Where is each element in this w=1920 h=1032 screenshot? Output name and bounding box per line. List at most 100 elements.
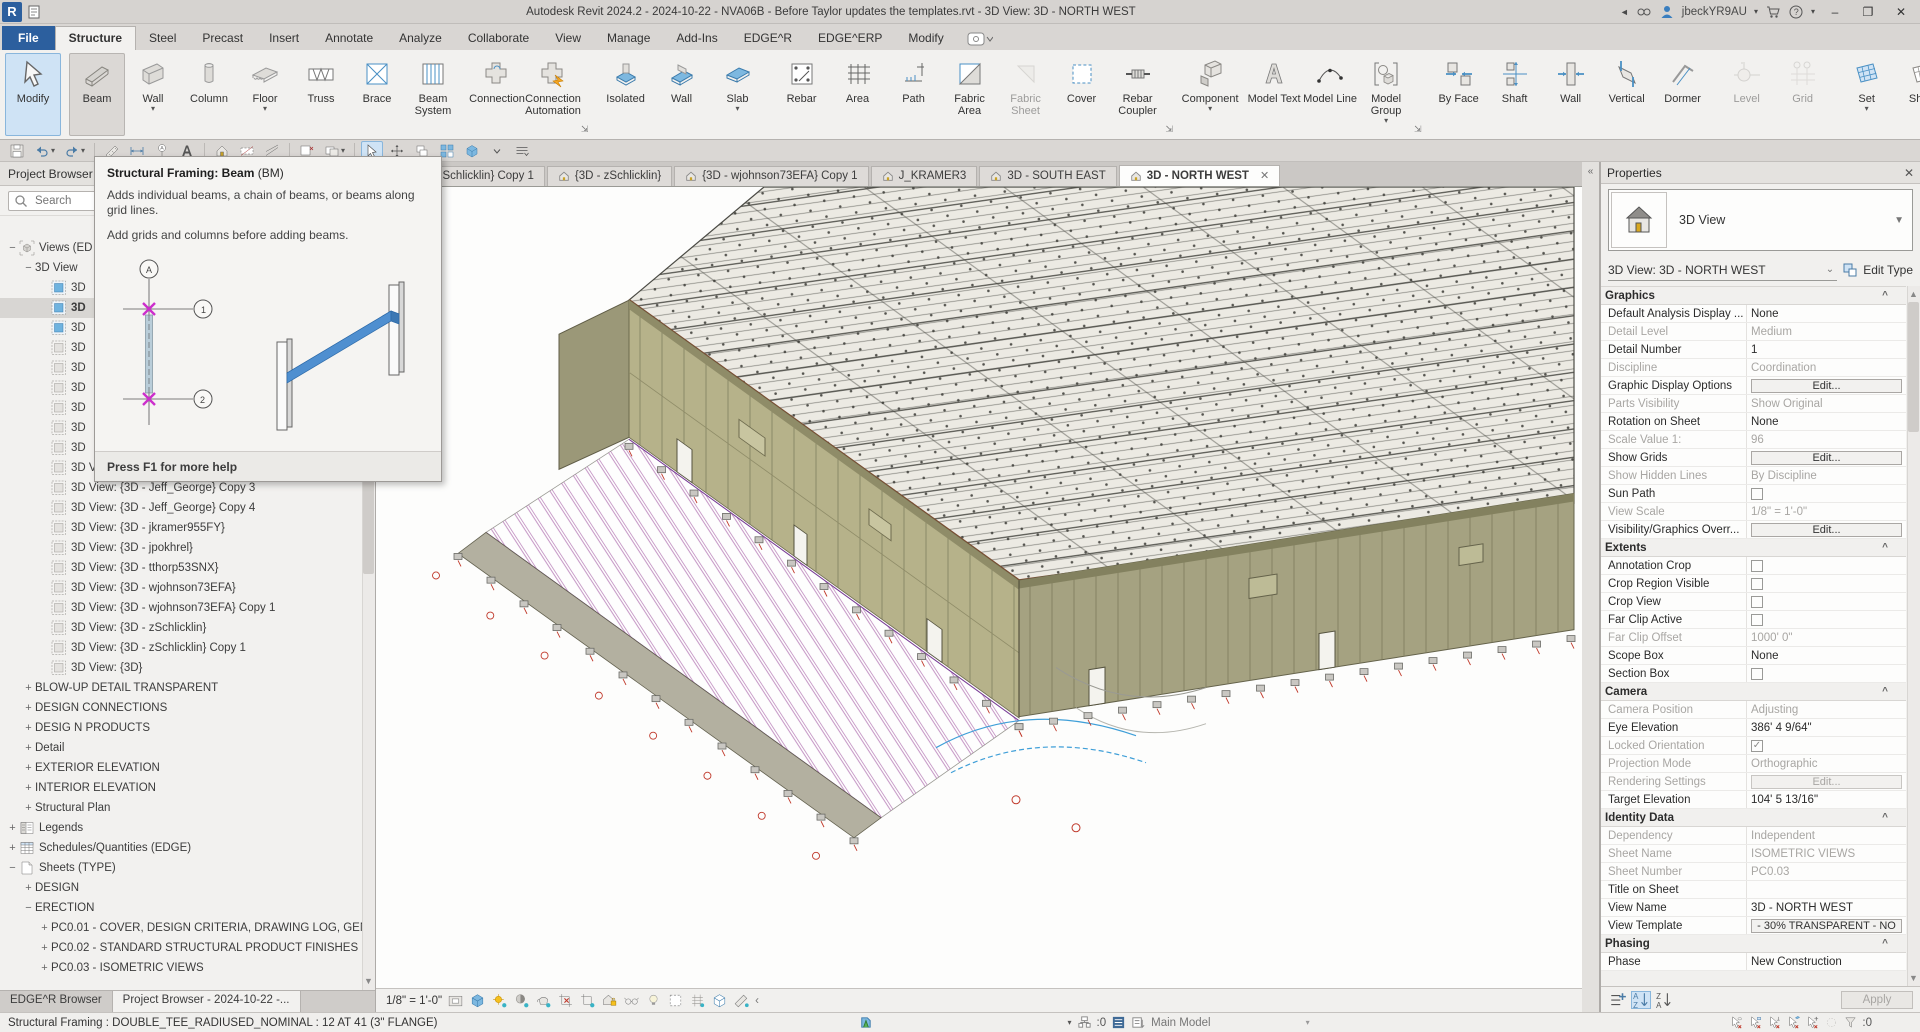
view-tab[interactable]: {3D - zSchlicklin} xyxy=(547,166,672,186)
edit-type-button[interactable]: Edit Type xyxy=(1863,263,1913,277)
ribbon-tab-add-ins[interactable]: Add-Ins xyxy=(663,27,730,50)
revit-logo-icon[interactable]: R xyxy=(2,2,22,22)
filter-icon[interactable] xyxy=(1843,1015,1858,1030)
edit-value-button[interactable]: Edit... xyxy=(1751,379,1902,393)
tree-item[interactable]: +DESIGN xyxy=(0,878,375,898)
displacement-icon[interactable] xyxy=(689,992,706,1009)
undo-button[interactable]: ▾ xyxy=(31,141,58,161)
restore-button[interactable]: ❐ xyxy=(1855,2,1881,22)
truss-button[interactable]: Truss xyxy=(293,53,349,136)
customize-button[interactable] xyxy=(511,141,533,161)
property-value-text[interactable]: Medium xyxy=(1751,326,1792,338)
property-value-text[interactable]: 1/8" = 1'-0" xyxy=(1751,506,1807,518)
ribbon-display-options-icon[interactable] xyxy=(967,32,993,46)
render-icon[interactable] xyxy=(535,992,552,1009)
active-workset-caret-icon[interactable]: ▾ xyxy=(1306,1018,1310,1027)
tree-item[interactable]: +DESIGN CONNECTIONS xyxy=(0,698,375,718)
property-value-text[interactable]: Show Original xyxy=(1751,398,1823,410)
tree-expander-icon[interactable]: + xyxy=(22,702,35,714)
worksharing-display-icon[interactable] xyxy=(858,1015,873,1030)
tree-expander-icon[interactable]: − xyxy=(22,262,35,274)
scroll-down-icon[interactable]: ▼ xyxy=(363,974,374,988)
vertical-button[interactable]: Vertical xyxy=(1599,53,1655,136)
beam-button[interactable]: Beam xyxy=(69,53,125,136)
ribbon-tab-edge-r[interactable]: EDGE^R xyxy=(731,27,805,50)
model-viewport[interactable] xyxy=(376,186,1582,988)
tree-expander-icon[interactable]: − xyxy=(6,242,19,254)
property-value-text[interactable]: 1 xyxy=(1751,344,1757,356)
visual-style-icon[interactable] xyxy=(469,992,486,1009)
reveal-hidden-icon[interactable] xyxy=(645,992,662,1009)
scroll-down-icon[interactable]: ▼ xyxy=(1908,971,1919,985)
view-tab[interactable]: 3D - NORTH WEST✕ xyxy=(1119,165,1280,186)
measure-vcb-icon[interactable] xyxy=(733,992,750,1009)
property-checkbox[interactable] xyxy=(1751,668,1763,680)
property-value-text[interactable]: 3D - NORTH WEST xyxy=(1751,902,1853,914)
model-group-button[interactable]: Model Group▾ xyxy=(1358,53,1414,136)
drag-on-selection-icon[interactable] xyxy=(1805,1015,1820,1030)
section-collapse-icon[interactable]: ^ xyxy=(1882,542,1888,553)
tree-item[interactable]: 3D View: {3D - jpokhrel} xyxy=(0,538,375,558)
tree-item[interactable]: 3D View: {3D - wjohnson73EFA} xyxy=(0,578,375,598)
ribbon-tab-insert[interactable]: Insert xyxy=(256,27,312,50)
tree-item[interactable]: −Sheets (TYPE) xyxy=(0,858,375,878)
user-icon[interactable] xyxy=(1659,4,1675,20)
ribbon-tab-structure[interactable]: Structure xyxy=(55,26,136,50)
properties-section-header[interactable]: Phasing^ xyxy=(1601,935,1906,953)
section-collapse-icon[interactable]: ^ xyxy=(1882,812,1888,823)
cover-button[interactable]: Cover xyxy=(1054,53,1110,136)
view-tab[interactable]: 3D - SOUTH EAST xyxy=(979,166,1116,186)
help-icon[interactable]: ? xyxy=(1788,4,1804,20)
tree-item[interactable]: +Schedules/Quantities (EDGE) xyxy=(0,838,375,858)
tree-item[interactable]: 3D View: {3D - zSchlicklin} Copy 1 xyxy=(0,638,375,658)
property-value-text[interactable]: Orthographic xyxy=(1751,758,1817,770)
view-tab[interactable]: J_KRAMER3 xyxy=(871,166,978,186)
section-collapse-icon[interactable]: ^ xyxy=(1882,686,1888,697)
property-checkbox[interactable] xyxy=(1751,578,1763,590)
tree-item[interactable]: +DESIG N PRODUCTS xyxy=(0,718,375,738)
view-tab[interactable]: {3D - wjohnson73EFA} Copy 1 xyxy=(674,166,868,186)
properties-section-header[interactable]: Identity Data^ xyxy=(1601,809,1906,827)
tree-expander-icon[interactable]: + xyxy=(22,782,35,794)
property-value-text[interactable]: 104' 5 13/16" xyxy=(1751,794,1818,806)
instance-selector[interactable]: 3D View: 3D - NORTH WEST ⌄ xyxy=(1608,259,1837,281)
isolated-button[interactable]: Isolated xyxy=(598,53,654,136)
property-checkbox[interactable] xyxy=(1751,614,1763,626)
perspective-icon[interactable] xyxy=(623,992,640,1009)
tree-expander-icon[interactable]: − xyxy=(6,862,19,874)
tree-item[interactable]: +Legends xyxy=(0,818,375,838)
active-workset-icon[interactable] xyxy=(1131,1015,1146,1030)
properties-section-header[interactable]: Extents^ xyxy=(1601,539,1906,557)
signed-in-user[interactable]: jbeckYR9AU xyxy=(1682,6,1747,18)
selection-box-icon[interactable] xyxy=(667,992,684,1009)
dropdown-caret-icon[interactable]: ▾ xyxy=(51,146,55,155)
panel-launcher-icon[interactable]: ⇲ xyxy=(1414,124,1422,135)
tree-expander-icon[interactable]: + xyxy=(38,942,51,954)
tree-item[interactable]: +EXTERIOR ELEVATION xyxy=(0,758,375,778)
redo-button[interactable]: ▾ xyxy=(61,141,88,161)
tree-expander-icon[interactable]: + xyxy=(22,722,35,734)
dropdown-caret-icon[interactable]: ▾ xyxy=(736,105,740,112)
panel-launcher-icon[interactable]: ⇲ xyxy=(1166,124,1174,135)
tree-item[interactable]: 3D View: {3D - jkramer955FY} xyxy=(0,518,375,538)
select-pinned-icon[interactable] xyxy=(1767,1015,1782,1030)
ribbon-tab-modify[interactable]: Modify xyxy=(895,27,956,50)
app-store-cart-icon[interactable] xyxy=(1765,4,1781,20)
edit-value-button[interactable]: Edit... xyxy=(1751,451,1902,465)
wall-button[interactable]: Wall xyxy=(1543,53,1599,136)
property-value-text[interactable]: By Discipline xyxy=(1751,470,1817,482)
dropdown-caret-icon[interactable]: ▾ xyxy=(1865,105,1869,112)
tree-expander-icon[interactable]: + xyxy=(22,682,35,694)
workset-icon[interactable] xyxy=(1077,1015,1092,1030)
shadows-icon[interactable] xyxy=(513,992,530,1009)
tree-item[interactable]: +BLOW-UP DETAIL TRANSPARENT xyxy=(0,678,375,698)
ribbon-tab-precast[interactable]: Precast xyxy=(189,27,256,50)
dropdown-caret-icon[interactable]: ▾ xyxy=(1208,105,1212,112)
wall-button[interactable]: Wall xyxy=(654,53,710,136)
view-scale[interactable]: 1/8" = 1'-0" xyxy=(386,995,442,1007)
crop-region-icon[interactable] xyxy=(579,992,596,1009)
select-by-face-icon[interactable] xyxy=(1786,1015,1801,1030)
tree-item[interactable]: 3D View: {3D - zSchlicklin} xyxy=(0,618,375,638)
tree-expander-icon[interactable]: + xyxy=(22,802,35,814)
active-workset-label[interactable]: Main Model xyxy=(1151,1017,1210,1029)
